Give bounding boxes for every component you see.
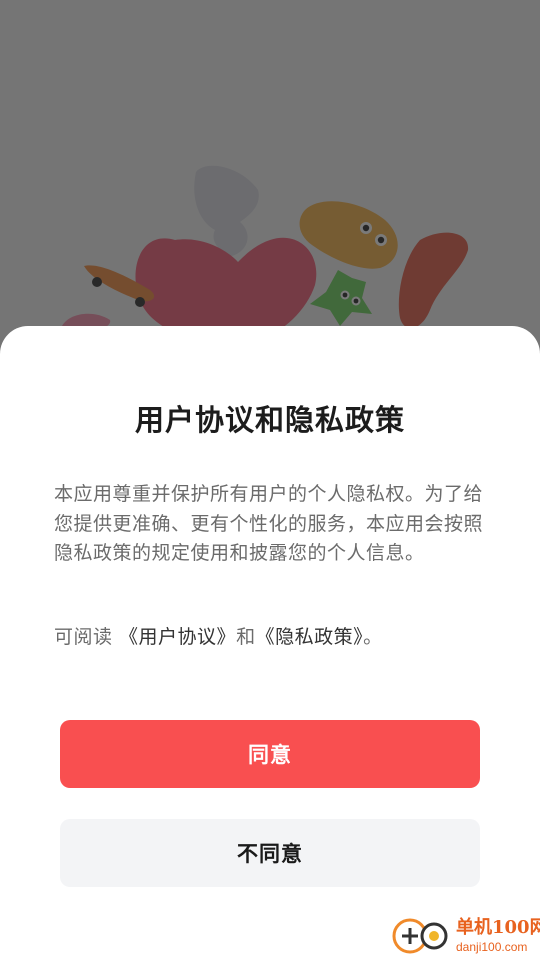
watermark-logo-icon [392,918,448,954]
site-watermark: 单机100网 danji100.com [388,912,540,960]
dialog-title: 用户协议和隐私政策 [134,403,405,437]
read-and: 和 [236,626,256,648]
privacy-dialog: 用户协议和隐私政策 本应用尊重并保护所有用户的个人隐私权。为了给您提供更准确、更… [0,326,540,960]
disagree-button[interactable]: 不同意 [60,819,480,887]
watermark-site-name: 单机100网 [456,917,540,938]
agree-button[interactable]: 同意 [60,720,480,788]
watermark-site-url: danji100.com [456,940,528,954]
read-prefix: 可阅读 [54,626,120,648]
read-suffix: 。 [363,626,383,648]
dialog-body-text: 本应用尊重并保护所有用户的个人隐私权。为了给您提供更准确、更有个性化的服务，本应… [54,483,484,564]
agreement-links-line: 可阅读 《用户协议》和《隐私政策》。 [54,622,486,652]
user-agreement-link[interactable]: 《用户协议》 [119,626,236,648]
disagree-button-label: 不同意 [237,842,303,866]
agree-button-label: 同意 [248,743,292,767]
privacy-policy-link[interactable]: 《隐私政策》 [256,626,364,648]
